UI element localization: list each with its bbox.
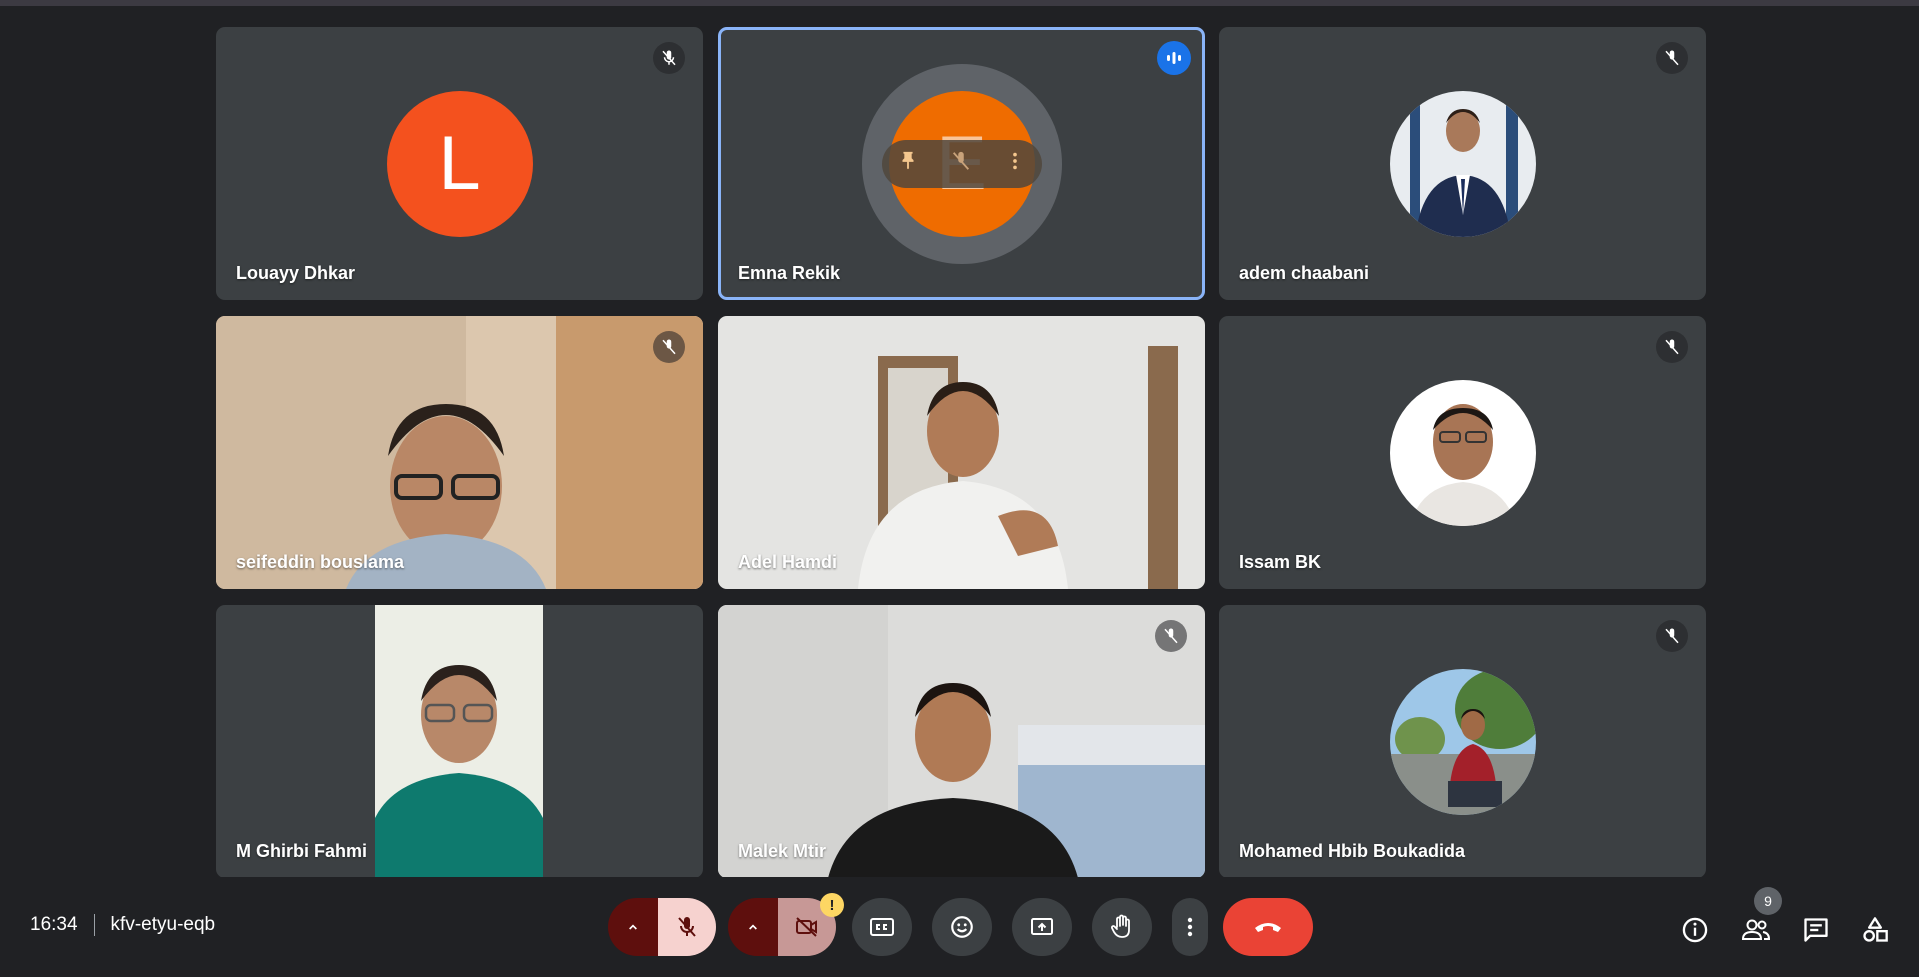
camera-options-button[interactable] [728,898,778,956]
participant-name: Louayy Dhkar [236,263,356,283]
emoji-icon [951,916,973,938]
participant-name: Mohamed Hbib Boukadida [1239,841,1466,861]
tile-hover-actions [881,139,1042,188]
mic-off-icon [1155,620,1187,652]
audio-level-icon [1157,41,1191,75]
mic-toggle-button[interactable] [658,898,716,956]
meeting-time: 16:34 [30,914,78,935]
profile-photo [1389,90,1536,237]
participant-tile[interactable]: Malek Mtir [718,605,1205,878]
profile-photo [1389,379,1536,526]
participant-tile[interactable]: L Louayy Dhkar [216,27,703,300]
mic-off-icon [653,42,685,74]
microphone-control [608,898,716,956]
participant-tile[interactable]: Mohamed Hbib Boukadida [1219,605,1706,878]
divider [93,914,95,936]
avatar: L [386,90,533,237]
window-top-strip [0,0,1919,6]
info-icon [1682,917,1708,943]
end-call-icon [1255,923,1281,932]
mic-options-button[interactable] [608,898,658,956]
mic-off-icon[interactable] [950,150,972,177]
meeting-details-button[interactable] [1675,910,1715,950]
participant-name: Emna Rekik [738,263,841,283]
captions-button[interactable] [852,898,912,956]
avatar-letter: L [438,121,481,206]
more-vert-icon [1187,917,1193,937]
mic-off-icon [1656,620,1688,652]
video-feed [216,605,703,878]
participant-name: seifeddin bouslama [236,552,405,572]
end-call-control [1223,898,1313,956]
video-feed [216,316,703,589]
end-call-button[interactable] [1223,898,1313,956]
more-options-control [1172,898,1208,956]
participant-tile-active[interactable]: E Emna Rekik [718,27,1205,300]
mic-off-icon [653,331,685,363]
raise-hand-control [1092,898,1152,956]
chevron-up-icon [749,924,757,930]
raise-hand-icon [1111,914,1130,938]
participant-tile[interactable]: Adel Hamdi [718,316,1205,589]
participant-tile[interactable]: M Ghirbi Fahmi [216,605,703,878]
captions-control [852,898,912,956]
participant-tile[interactable]: seifeddin bouslama [216,316,703,589]
participant-name: adem chaabani [1239,263,1370,283]
more-vert-icon[interactable] [1004,150,1026,177]
present-button[interactable] [1012,898,1072,956]
closed-captions-icon [870,918,894,936]
video-feed [718,605,1205,878]
participant-name: Malek Mtir [738,841,827,861]
participant-grid: L Louayy Dhkar E Emna Rekik a [216,27,1706,878]
meeting-code: kfv-etyu-eqb [110,914,216,935]
more-options-button[interactable] [1172,898,1208,956]
mic-off-icon [1656,331,1688,363]
mic-split-button [608,898,716,956]
participant-tile[interactable]: adem chaabani [1219,27,1706,300]
people-button[interactable] [1736,910,1776,950]
chat-button[interactable] [1796,910,1836,950]
control-bar: 16:34 kfv-etyu-eqb ! 9 [0,877,1919,977]
video-feed [718,316,1205,589]
profile-photo [1389,668,1536,815]
activities-button[interactable] [1855,910,1895,950]
raise-hand-button[interactable] [1092,898,1152,956]
camera-off-icon [796,917,817,937]
participant-tile[interactable]: Issam BK [1219,316,1706,589]
pin-icon[interactable] [897,150,919,177]
emoji-button[interactable] [932,898,992,956]
meeting-info: 16:34 kfv-etyu-eqb [30,914,215,936]
present-screen-icon [1031,918,1053,935]
participant-name: Issam BK [1239,552,1322,572]
chat-icon [1804,918,1828,942]
camera-warning-badge: ! [820,893,844,917]
mic-off-icon [678,917,696,937]
mic-off-icon [1656,42,1688,74]
participant-name: Adel Hamdi [738,552,838,572]
participant-name: M Ghirbi Fahmi [236,841,368,861]
people-icon [1741,919,1771,940]
present-control [1012,898,1072,956]
activities-icon [1863,917,1888,942]
chevron-up-icon [629,924,637,930]
emoji-control [932,898,992,956]
